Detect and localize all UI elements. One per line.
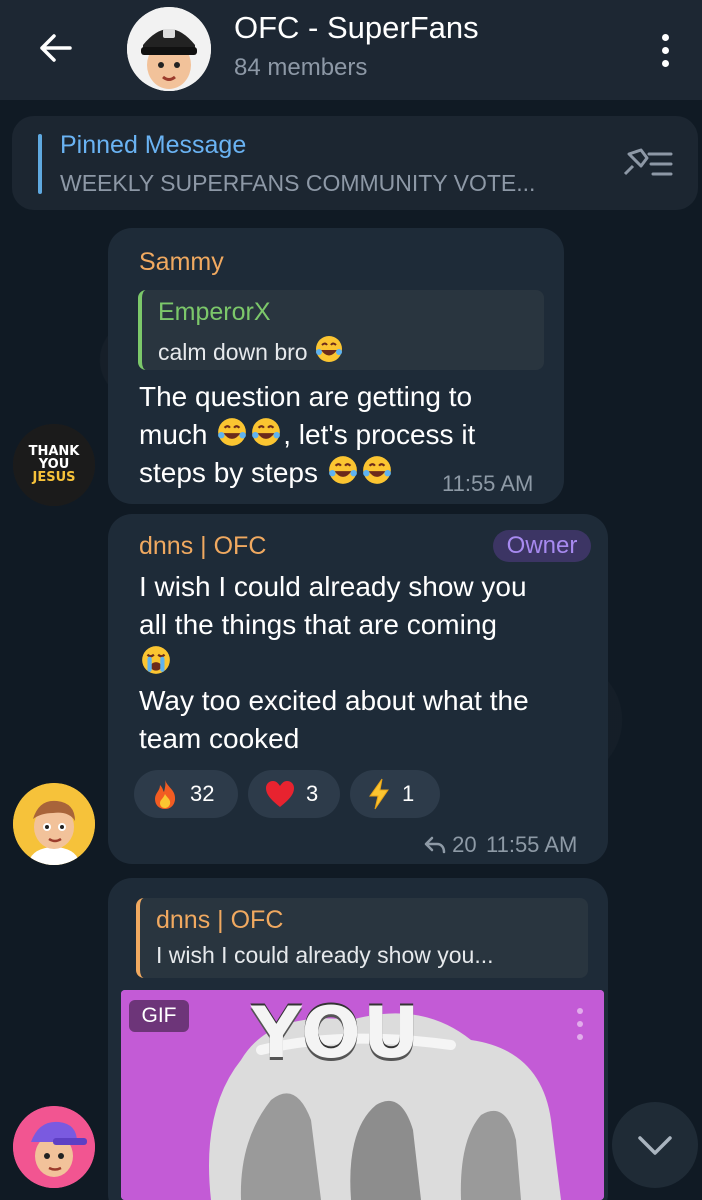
pinned-message-bar[interactable]: Pinned Message WEEKLY SUPERFANS COMMUNIT…: [12, 116, 698, 210]
reaction-count: 1: [402, 781, 415, 806]
avatar-sammy[interactable]: THANK YOU JESUS: [13, 424, 95, 506]
group-avatar[interactable]: [127, 7, 211, 91]
reaction-count: 3: [306, 781, 319, 806]
more-vertical-icon: [661, 33, 669, 41]
reply-preview[interactable]: dnns | OFC I wish I could already show y…: [136, 898, 588, 978]
cap-character-icon: [127, 7, 211, 91]
chevron-down-icon: [638, 1136, 672, 1155]
reply-preview[interactable]: EmperorX calm down bro: [138, 290, 544, 370]
reaction-heart[interactable]: 3: [248, 770, 340, 818]
more-menu-button[interactable]: [650, 28, 680, 72]
pinned-indicator: [38, 134, 42, 194]
message-bubble-dnns[interactable]: dnns | OFC I wish I could already show y…: [108, 514, 608, 864]
svg-text:JESUS: JESUS: [32, 470, 76, 485]
lightning-emoji: [369, 778, 389, 810]
pin-list-icon: [623, 148, 673, 176]
pinned-text: WEEKLY SUPERFANS COMMUNITY VOTE...: [60, 170, 536, 196]
gif-media[interactable]: YOU GIF: [121, 990, 604, 1200]
message-time: 11:55 AM: [486, 832, 578, 857]
more-vertical-icon: [577, 1008, 583, 1014]
laughing-emoji: [215, 416, 249, 446]
pinned-list-button[interactable]: [619, 144, 675, 184]
laughing-emoji: [314, 334, 348, 364]
message-bubble-sammy[interactable]: Sammy EmperorX calm down bro The questio…: [108, 228, 564, 504]
reply-text: I wish I could already show you...: [156, 942, 494, 968]
member-count: 84 members: [234, 54, 368, 81]
fire-emoji: [155, 780, 176, 809]
reply-author: EmperorX: [158, 298, 271, 326]
reply-text: calm down bro: [158, 334, 348, 366]
avatar-dnns[interactable]: [13, 783, 95, 865]
crying-emoji: [139, 644, 173, 674]
owner-badge: Owner: [493, 530, 591, 562]
forward-icon: [424, 836, 446, 854]
back-button[interactable]: [30, 26, 80, 70]
reply-author: dnns | OFC: [156, 906, 284, 934]
forward-count: 20: [424, 832, 477, 858]
avatar-third-user[interactable]: [13, 1106, 95, 1188]
message-text: I wish I could already show you all the …: [139, 571, 529, 754]
thank-you-jesus-avatar-icon: THANK YOU JESUS: [13, 424, 95, 506]
group-title[interactable]: OFC - SuperFans: [234, 10, 479, 46]
gif-caption: YOU: [251, 992, 422, 1074]
reaction-fire[interactable]: 32: [134, 770, 238, 818]
sender-name[interactable]: dnns | OFC: [139, 532, 266, 561]
gif-options-button[interactable]: [573, 1008, 587, 1048]
message-time: 11:55 AM: [442, 471, 534, 496]
message-text: The question are getting to much , let's…: [139, 381, 476, 488]
reaction-count: 32: [190, 781, 215, 806]
gif-badge: GIF: [129, 1000, 189, 1032]
laughing-emoji: [326, 454, 360, 484]
laughing-emoji: [360, 454, 394, 484]
pinned-title: Pinned Message: [60, 131, 247, 159]
boy-character-avatar-icon: [13, 783, 95, 865]
scroll-down-button[interactable]: [612, 1102, 698, 1188]
arrow-left-icon: [40, 34, 72, 62]
chat-header: OFC - SuperFans 84 members: [0, 0, 702, 100]
laughing-emoji: [249, 416, 283, 446]
heart-emoji: [266, 781, 294, 807]
cap-boy-avatar-icon: [13, 1106, 95, 1188]
sender-name[interactable]: Sammy: [139, 248, 224, 277]
reaction-lightning[interactable]: 1: [350, 770, 440, 818]
